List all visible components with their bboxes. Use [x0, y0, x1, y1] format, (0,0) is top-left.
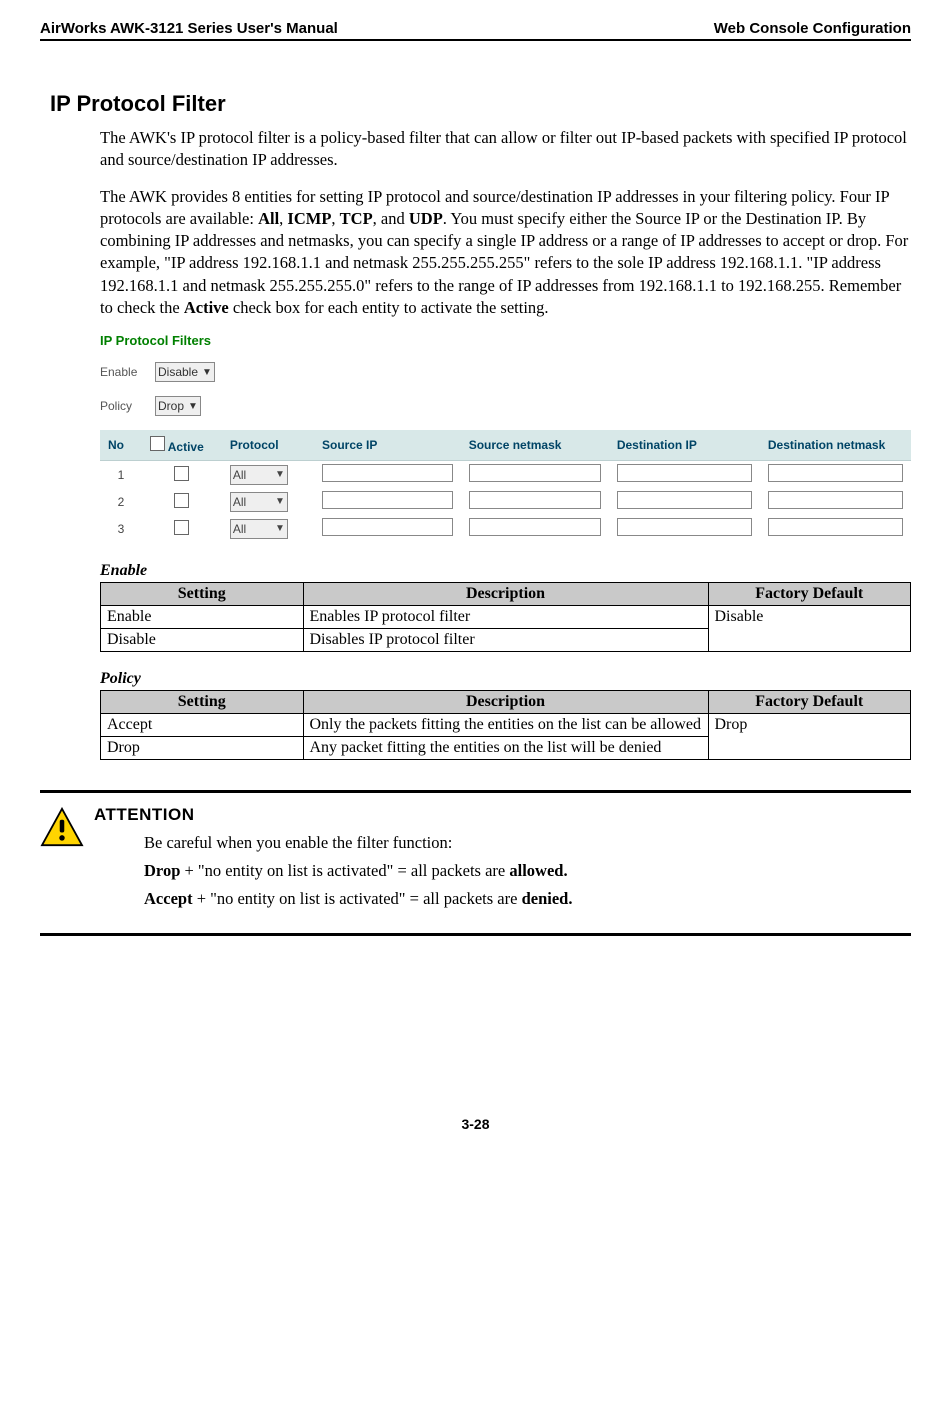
policy-subheading: Policy [100, 670, 911, 688]
attention-line-1: Be careful when you enable the filter fu… [144, 833, 911, 853]
th-setting: Setting [101, 691, 304, 714]
paragraph-1: The AWK's IP protocol filter is a policy… [100, 127, 911, 172]
ip-protocol-filters-panel: IP Protocol Filters Enable Disable ▼ Pol… [100, 333, 911, 542]
page-header: AirWorks AWK-3121 Series User's Manual W… [40, 20, 911, 41]
paragraph-2: The AWK provides 8 entities for setting … [100, 186, 911, 320]
th-default: Factory Default [708, 691, 911, 714]
col-no: No [100, 430, 142, 461]
cell-setting: Disable [101, 629, 304, 652]
header-right: Web Console Configuration [714, 20, 911, 37]
th-description: Description [303, 583, 708, 606]
cell-setting: Enable [101, 606, 304, 629]
chevron-down-icon: ▼ [275, 496, 285, 507]
destination-ip-input[interactable] [617, 518, 752, 536]
th-description: Description [303, 691, 708, 714]
attention-box: ATTENTION Be careful when you enable the… [40, 790, 911, 936]
col-protocol: Protocol [222, 430, 314, 461]
table-row: 2 All▼ [100, 488, 911, 515]
th-setting: Setting [101, 583, 304, 606]
col-source-ip: Source IP [314, 430, 461, 461]
enable-select[interactable]: Disable ▼ [155, 362, 215, 382]
table-row: 1 All▼ [100, 461, 911, 489]
cell-desc: Any packet fitting the entities on the l… [303, 737, 708, 760]
source-netmask-input[interactable] [469, 518, 601, 536]
enable-table: Setting Description Factory Default Enab… [100, 582, 911, 652]
source-netmask-input[interactable] [469, 491, 601, 509]
destination-ip-input[interactable] [617, 464, 752, 482]
col-source-netmask: Source netmask [461, 430, 609, 461]
protocol-select[interactable]: All▼ [230, 492, 288, 512]
cell-setting: Drop [101, 737, 304, 760]
source-ip-input[interactable] [322, 491, 453, 509]
source-ip-input[interactable] [322, 464, 453, 482]
header-left: AirWorks AWK-3121 Series User's Manual [40, 20, 338, 37]
protocol-select[interactable]: All▼ [230, 519, 288, 539]
col-active: Active [142, 430, 222, 461]
attention-line-3: Accept + "no entity on list is activated… [144, 889, 911, 909]
section-title: IP Protocol Filter [40, 91, 911, 117]
col-destination-netmask: Destination netmask [760, 430, 911, 461]
cell-default: Drop [708, 714, 911, 760]
policy-select[interactable]: Drop ▼ [155, 396, 201, 416]
policy-label: Policy [100, 399, 155, 413]
cell-no: 2 [100, 488, 142, 515]
page-number: 3-28 [40, 1116, 911, 1132]
filters-table: No Active Protocol Source IP Source netm… [100, 430, 911, 542]
cell-desc: Enables IP protocol filter [303, 606, 708, 629]
select-all-checkbox[interactable] [150, 436, 165, 451]
enable-label: Enable [100, 365, 155, 379]
cell-no: 1 [100, 461, 142, 489]
col-destination-ip: Destination IP [609, 430, 760, 461]
cell-desc: Disables IP protocol filter [303, 629, 708, 652]
attention-title: ATTENTION [94, 805, 911, 825]
chevron-down-icon: ▼ [202, 367, 212, 378]
active-checkbox[interactable] [174, 520, 189, 535]
protocol-select[interactable]: All▼ [230, 465, 288, 485]
table-row: 3 All▼ [100, 515, 911, 542]
cell-setting: Accept [101, 714, 304, 737]
th-default: Factory Default [708, 583, 911, 606]
destination-netmask-input[interactable] [768, 491, 903, 509]
policy-table: Setting Description Factory Default Acce… [100, 690, 911, 760]
destination-netmask-input[interactable] [768, 518, 903, 536]
chevron-down-icon: ▼ [188, 401, 198, 412]
source-netmask-input[interactable] [469, 464, 601, 482]
cell-default: Disable [708, 606, 911, 652]
panel-title: IP Protocol Filters [100, 333, 911, 348]
warning-icon [40, 807, 84, 847]
enable-subheading: Enable [100, 562, 911, 580]
attention-line-2: Drop + "no entity on list is activated" … [144, 861, 911, 881]
destination-ip-input[interactable] [617, 491, 752, 509]
source-ip-input[interactable] [322, 518, 453, 536]
cell-no: 3 [100, 515, 142, 542]
chevron-down-icon: ▼ [275, 469, 285, 480]
chevron-down-icon: ▼ [275, 523, 285, 534]
cell-desc: Only the packets fitting the entities on… [303, 714, 708, 737]
destination-netmask-input[interactable] [768, 464, 903, 482]
active-checkbox[interactable] [174, 493, 189, 508]
active-checkbox[interactable] [174, 466, 189, 481]
